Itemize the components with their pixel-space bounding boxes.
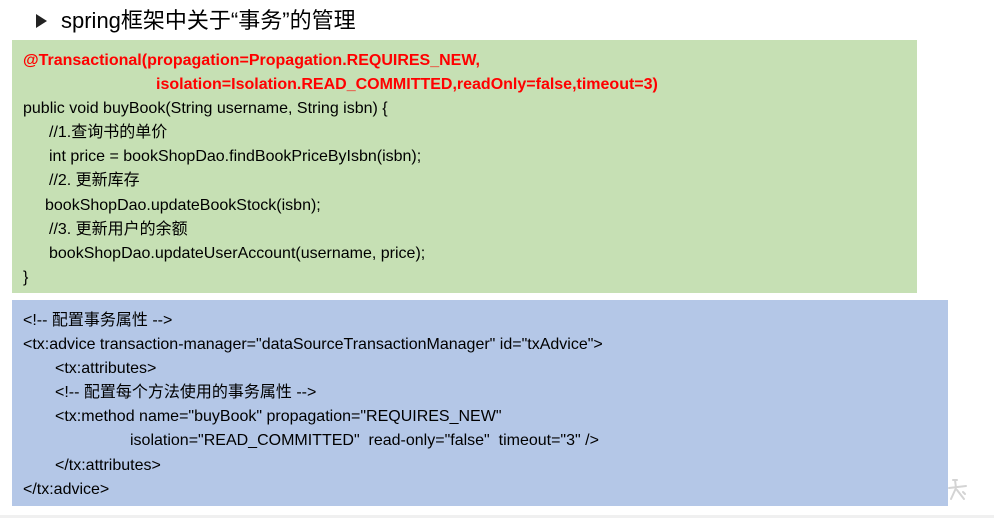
xml-config-box: <!-- 配置事务属性 --> <tx:advice transaction-m… bbox=[12, 300, 948, 506]
code-comment-2: //2. 更新库存 bbox=[49, 172, 140, 190]
xml-advice-close: </tx:advice> bbox=[23, 480, 110, 498]
code-comment-1: //1.查询书的单价 bbox=[49, 124, 168, 142]
closing-brace: } bbox=[23, 268, 29, 286]
slide-heading: spring框架中关于“事务”的管理 bbox=[36, 6, 356, 36]
watermark-logo-icon bbox=[948, 479, 967, 500]
java-code-box: @Transactional(propagation=Propagation.R… bbox=[12, 40, 917, 293]
method-signature: public void buyBook(String username, Str… bbox=[23, 100, 388, 118]
xml-method-line-1: <tx:method name="buyBook" propagation="R… bbox=[55, 408, 502, 426]
xml-advice-open: <tx:advice transaction-manager="dataSour… bbox=[23, 336, 603, 354]
code-line-stock: bookShopDao.updateBookStock(isbn); bbox=[45, 196, 321, 214]
slide: spring框架中关于“事务”的管理 @Transactional(propag… bbox=[0, 0, 994, 518]
code-line-price: int price = bookShopDao.findBookPriceByI… bbox=[49, 148, 422, 166]
annotation-line-2: isolation=Isolation.READ_COMMITTED,readO… bbox=[156, 76, 658, 94]
heading-text: spring框架中关于“事务”的管理 bbox=[61, 8, 356, 33]
annotation-line-1: @Transactional(propagation=Propagation.R… bbox=[23, 52, 480, 69]
code-comment-3: //3. 更新用户的余额 bbox=[49, 220, 188, 238]
xml-attributes-close: </tx:attributes> bbox=[55, 456, 161, 474]
arrow-bullet-icon bbox=[36, 14, 47, 28]
xml-comment-2: <!-- 配置每个方法使用的事务属性 --> bbox=[55, 384, 317, 402]
xml-method-line-2: isolation="READ_COMMITTED" read-only="fa… bbox=[130, 432, 599, 450]
code-line-account: bookShopDao.updateUserAccount(username, … bbox=[49, 244, 426, 262]
xml-comment-1: <!-- 配置事务属性 --> bbox=[23, 312, 173, 329]
xml-attributes-open: <tx:attributes> bbox=[55, 360, 157, 378]
